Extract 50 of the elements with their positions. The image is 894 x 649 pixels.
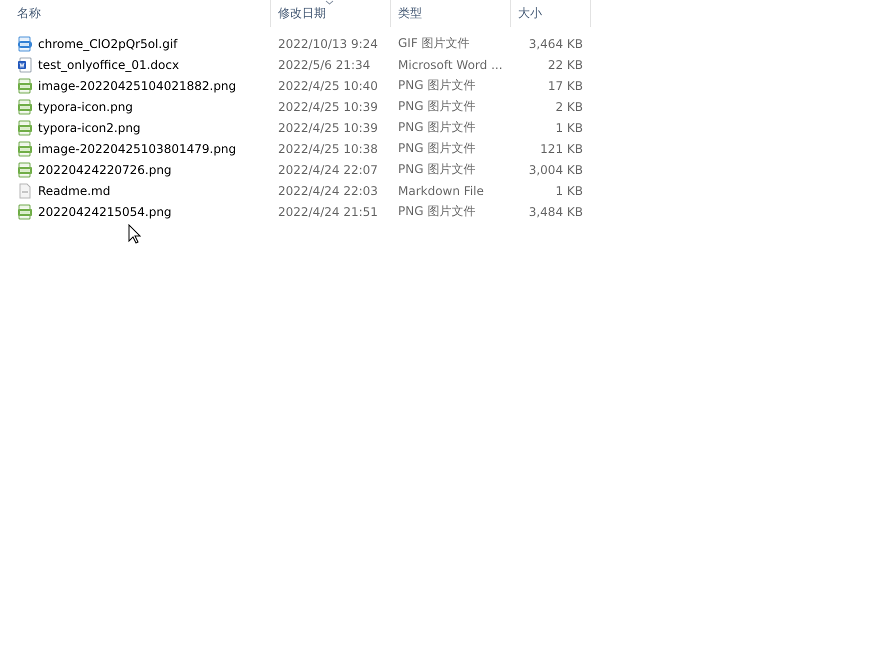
file-name[interactable]: 20220424215054.png bbox=[38, 204, 172, 218]
file-size: 3,484 KB bbox=[528, 204, 584, 218]
modified-date: 2022/4/25 10:39 bbox=[277, 120, 379, 134]
file-type: PNG 图片文件 bbox=[397, 77, 476, 94]
file-size: 121 KB bbox=[539, 142, 584, 156]
image-file-icon bbox=[17, 204, 33, 220]
file-name[interactable]: image-20220425104021882.png bbox=[38, 78, 236, 92]
file-name[interactable]: typora-icon.png bbox=[38, 100, 133, 114]
modified-date: 2022/4/25 10:38 bbox=[277, 142, 379, 156]
column-header[interactable]: 名称 bbox=[10, 0, 271, 27]
image-file-icon bbox=[17, 98, 33, 114]
modified-date: 2022/4/25 10:40 bbox=[277, 78, 379, 92]
file-size: 3,004 KB bbox=[528, 162, 584, 176]
image-file-icon bbox=[17, 36, 33, 52]
column-header[interactable]: 修改日期 bbox=[271, 0, 391, 27]
file-name[interactable]: typora-icon2.png bbox=[38, 120, 141, 134]
file-name[interactable]: test_onlyoffice_01.docx bbox=[38, 58, 180, 72]
file-size: 3,464 KB bbox=[528, 36, 584, 50]
file-size: 22 KB bbox=[546, 58, 584, 72]
image-file-icon bbox=[17, 162, 33, 178]
column-header[interactable]: 类型 bbox=[391, 0, 511, 27]
file-type: PNG 图片文件 bbox=[397, 203, 476, 220]
file-name[interactable]: chrome_ClO2pQr5ol.gif bbox=[38, 36, 178, 50]
file-type: GIF 图片文件 bbox=[397, 35, 471, 52]
modified-date: 2022/5/6 21:34 bbox=[277, 58, 372, 72]
file-type: PNG 图片文件 bbox=[397, 140, 476, 157]
file-size: 1 KB bbox=[554, 184, 584, 198]
image-file-icon bbox=[17, 120, 33, 136]
file-name[interactable]: Readme.md bbox=[38, 184, 110, 198]
file-size: 17 KB bbox=[546, 78, 584, 92]
column-header[interactable]: 大小 bbox=[511, 0, 591, 27]
file-name[interactable]: image-20220425103801479.png bbox=[38, 142, 236, 156]
file-type: PNG 图片文件 bbox=[397, 98, 476, 115]
image-file-icon bbox=[17, 140, 33, 156]
modified-date: 2022/4/25 10:39 bbox=[277, 100, 379, 114]
file-size: 2 KB bbox=[554, 100, 584, 114]
text-file-icon bbox=[17, 182, 33, 198]
mouse-pointer-icon bbox=[128, 224, 141, 244]
document-icon bbox=[17, 56, 33, 72]
file-type: Markdown File bbox=[397, 184, 485, 198]
modified-date: 2022/10/13 9:24 bbox=[277, 36, 379, 50]
modified-date: 2022/4/24 22:07 bbox=[277, 162, 379, 176]
image-file-icon bbox=[17, 78, 33, 94]
file-type: Microsoft Word ... bbox=[397, 58, 504, 72]
modified-date: 2022/4/24 22:03 bbox=[277, 184, 379, 198]
file-size: 1 KB bbox=[554, 120, 584, 134]
modified-date: 2022/4/24 21:51 bbox=[277, 204, 379, 218]
file-name[interactable]: 20220424220726.png bbox=[38, 162, 172, 176]
file-type: PNG 图片文件 bbox=[397, 119, 476, 136]
file-type: PNG 图片文件 bbox=[397, 161, 476, 178]
